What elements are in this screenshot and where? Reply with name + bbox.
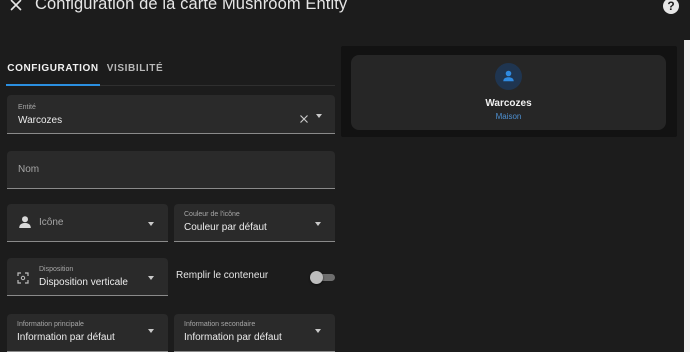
clear-icon[interactable] xyxy=(299,111,309,123)
layout-label: Disposition xyxy=(39,266,74,273)
name-placeholder: Nom xyxy=(18,164,40,175)
secondary-info-select[interactable]: Information secondaire Information par d… xyxy=(174,314,335,352)
account-icon xyxy=(495,63,522,90)
icon-picker[interactable]: Icône xyxy=(7,204,168,242)
entity-card[interactable]: Warcozes Maison xyxy=(351,55,666,130)
primary-info-label: Information principale xyxy=(17,321,84,328)
chevron-down-icon[interactable] xyxy=(315,329,321,333)
primary-info-select[interactable]: Information principale Information par d… xyxy=(7,314,168,352)
secondary-info-label: Information secondaire xyxy=(184,321,256,328)
scrollbar[interactable] xyxy=(684,40,690,352)
help-circle-icon[interactable]: ? xyxy=(663,0,679,14)
icon-color-label: Couleur de l'icône xyxy=(184,211,240,218)
entity-picker[interactable]: Entité Warcozes xyxy=(7,95,335,134)
layout-select[interactable]: Disposition Disposition verticale xyxy=(7,258,168,296)
card-entity-state: Maison xyxy=(495,112,522,121)
fill-container-label: Remplir le conteneur xyxy=(176,270,269,281)
focus-frame-icon xyxy=(17,271,29,284)
chevron-down-icon[interactable] xyxy=(148,222,154,226)
tab-bar: CONFIGURATION VISIBILITÉ xyxy=(6,52,335,86)
fill-container-switch[interactable] xyxy=(310,271,335,284)
tab-visibility[interactable]: VISIBILITÉ xyxy=(104,52,166,85)
dialog: Configuration de la carte Mushroom Entit… xyxy=(0,0,690,352)
switch-thumb xyxy=(310,271,323,284)
chevron-down-icon[interactable] xyxy=(148,329,154,333)
close-icon[interactable] xyxy=(8,0,24,13)
chevron-down-icon[interactable] xyxy=(316,114,322,118)
account-icon xyxy=(18,215,32,229)
chevron-down-icon[interactable] xyxy=(148,276,154,280)
layout-value: Disposition verticale xyxy=(39,277,128,288)
icon-placeholder: Icône xyxy=(39,217,64,228)
entity-value: Warcozes xyxy=(18,115,63,126)
name-field[interactable]: Nom xyxy=(7,151,335,189)
dialog-title: Configuration de la carte Mushroom Entit… xyxy=(35,0,348,13)
entity-label: Entité xyxy=(18,104,36,111)
icon-color-value: Couleur par défaut xyxy=(184,222,267,233)
card-entity-name: Warcozes xyxy=(485,98,532,109)
icon-color-select[interactable]: Couleur de l'icône Couleur par défaut xyxy=(174,204,335,242)
card-preview: Warcozes Maison xyxy=(341,46,677,137)
tab-configuration[interactable]: CONFIGURATION xyxy=(6,52,100,86)
primary-info-value: Information par défaut xyxy=(17,332,115,343)
chevron-down-icon[interactable] xyxy=(315,222,321,226)
secondary-info-value: Information par défaut xyxy=(184,332,282,343)
dialog-header: Configuration de la carte Mushroom Entit… xyxy=(0,0,690,16)
